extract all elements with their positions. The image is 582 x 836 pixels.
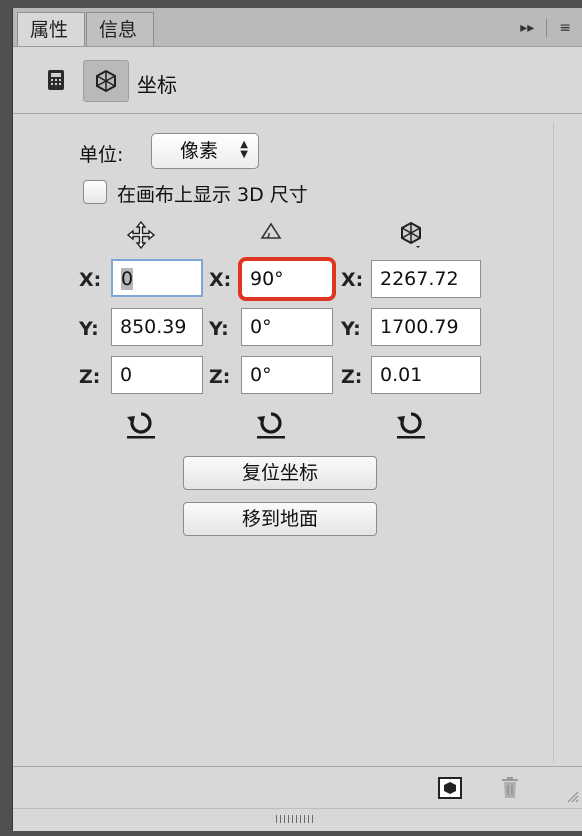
show-3d-size-label: 在画布上显示 3D 尺寸 (117, 184, 308, 206)
position-z-field[interactable]: 0 (111, 356, 203, 394)
rotation-y-field[interactable]: 0° (241, 308, 333, 346)
properties-toolbar: 坐标 (13, 47, 582, 114)
position-z-label: Z: (79, 366, 101, 388)
units-label: 单位: (79, 144, 124, 166)
rotate-angle-icon (253, 214, 289, 248)
reset-scale-icon[interactable] (393, 408, 429, 440)
properties-panel: 属性 信息 ▸▸ ≡ 坐标 单位: 像素 ▲ ▼ 在画布上显示 3D 尺寸 X:… (12, 8, 582, 831)
coordinates-content: 单位: 像素 ▲ ▼ 在画布上显示 3D 尺寸 X: 0 X: 90° X: 2… (13, 114, 582, 764)
units-select-value: 像素 (180, 140, 219, 162)
scale-z-field[interactable]: 0.01 (371, 356, 481, 394)
divider (546, 19, 548, 37)
resize-corner-icon[interactable] (563, 787, 579, 803)
scale-3d-icon (393, 218, 429, 252)
position-y-label: Y: (79, 318, 99, 340)
position-x-label: X: (79, 269, 102, 291)
tab-info[interactable]: 信息 (86, 12, 154, 46)
rotation-x-field[interactable]: 90° (241, 260, 333, 298)
move-icon (123, 218, 159, 252)
panel-controls: ▸▸ ≡ (520, 18, 571, 38)
move-to-ground-button[interactable]: 移到地面 (183, 502, 377, 536)
position-x-field[interactable]: 0 (111, 259, 203, 297)
cube-icon[interactable] (438, 777, 462, 799)
rotation-z-field[interactable]: 0° (241, 356, 333, 394)
trash-icon[interactable] (500, 776, 520, 800)
panel-footer (13, 766, 582, 809)
tab-properties[interactable]: 属性 (17, 12, 85, 46)
scale-x-field[interactable]: 2267.72 (371, 260, 481, 298)
position-x-value: 0 (121, 268, 134, 290)
scale-y-label: Y: (341, 318, 361, 340)
panel-tab-bar: 属性 信息 ▸▸ ≡ (13, 8, 582, 47)
reset-position-icon[interactable] (123, 408, 159, 440)
scale-x-label: X: (341, 269, 364, 291)
scale-y-field[interactable]: 1700.79 (371, 308, 481, 346)
rotation-y-label: Y: (209, 318, 229, 340)
collapse-panel-icon[interactable]: ▸▸ (520, 20, 534, 36)
3d-coordinates-icon[interactable] (83, 60, 129, 102)
scrollbar[interactable] (553, 122, 572, 762)
position-y-field[interactable]: 850.39 (111, 308, 203, 346)
reset-coordinates-button[interactable]: 复位坐标 (183, 456, 377, 490)
resize-handle-icon[interactable] (276, 815, 316, 823)
panel-bottom-bar (13, 808, 582, 831)
panel-menu-icon[interactable]: ≡ (559, 20, 571, 36)
reset-rotation-icon[interactable] (253, 408, 289, 440)
scale-z-label: Z: (341, 366, 363, 388)
calculator-icon[interactable] (45, 69, 67, 91)
rotation-x-label: X: (209, 269, 232, 291)
toolbar-title: 坐标 (137, 73, 177, 97)
select-arrows-icon: ▲ ▼ (240, 139, 248, 160)
units-select[interactable]: 像素 ▲ ▼ (151, 133, 259, 169)
rotation-z-label: Z: (209, 366, 231, 388)
show-3d-size-checkbox[interactable] (83, 180, 107, 204)
